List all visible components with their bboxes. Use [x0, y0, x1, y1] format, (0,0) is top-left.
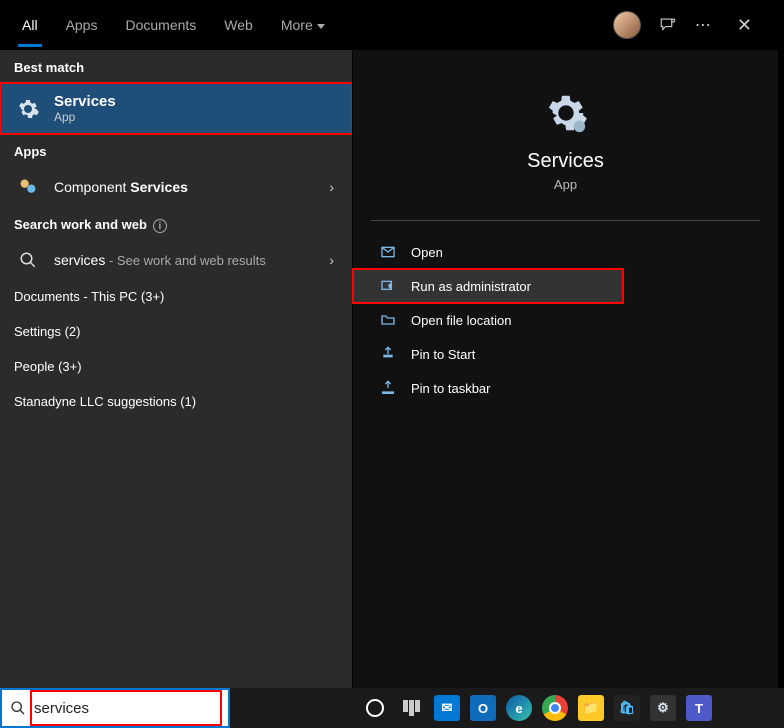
- tab-more[interactable]: More: [267, 3, 339, 47]
- search-icon: [14, 251, 42, 269]
- tab-web[interactable]: Web: [210, 3, 267, 47]
- teams-app-icon[interactable]: T: [684, 693, 714, 723]
- filter-tabs: All Apps Documents Web More: [8, 3, 613, 47]
- search-icon: [10, 700, 26, 716]
- explorer-app-icon[interactable]: 📁: [576, 693, 606, 723]
- folder-icon: [375, 312, 401, 328]
- chrome-app-icon[interactable]: [540, 693, 570, 723]
- best-match-title: Services: [54, 93, 338, 110]
- people-row[interactable]: People (3+): [0, 349, 352, 384]
- taskbar-icons: ✉ O e 📁 🛍 ⚙ T: [230, 693, 784, 723]
- header-actions: ⋯ ✕: [613, 11, 770, 40]
- more-options-icon[interactable]: ⋯: [695, 15, 711, 35]
- apps-label: Apps: [0, 134, 352, 167]
- search-input[interactable]: [34, 700, 233, 717]
- taskbar: ✉ O e 📁 🛍 ⚙ T: [0, 688, 784, 728]
- best-match-row[interactable]: Services App: [0, 83, 352, 134]
- best-match-label: Best match: [0, 50, 352, 83]
- tab-all[interactable]: All: [8, 3, 52, 47]
- chevron-right-icon: ›: [325, 179, 338, 195]
- search-web-label: Search work and webi: [0, 207, 352, 241]
- preview-pane: Services App Open Run as administrator O…: [352, 50, 778, 688]
- outlook-app-icon[interactable]: O: [468, 693, 498, 723]
- close-button[interactable]: ✕: [729, 11, 760, 40]
- apps-result-row[interactable]: Component Services ›: [0, 167, 352, 207]
- header: All Apps Documents Web More ⋯ ✕: [0, 0, 778, 50]
- preview-subtitle: App: [554, 177, 577, 192]
- preview-header: Services App: [353, 70, 778, 206]
- results-body: Best match Services App Apps Component S…: [0, 50, 778, 688]
- cortana-icon[interactable]: [360, 693, 390, 723]
- settings-row[interactable]: Settings (2): [0, 314, 352, 349]
- taskview-icon[interactable]: [396, 693, 426, 723]
- web-result-row[interactable]: services - See work and web results ›: [0, 241, 352, 279]
- mail-app-icon[interactable]: ✉: [432, 693, 462, 723]
- pin-taskbar-icon: [375, 380, 401, 396]
- documents-row[interactable]: Documents - This PC (3+): [0, 279, 352, 314]
- user-avatar[interactable]: [613, 11, 641, 39]
- best-match-subtitle: App: [54, 110, 338, 124]
- action-open-file-location[interactable]: Open file location: [353, 303, 778, 337]
- action-pin-to-start[interactable]: Pin to Start: [353, 337, 778, 371]
- chevron-right-icon: ›: [325, 252, 338, 268]
- taskbar-search[interactable]: [0, 688, 230, 728]
- edge-app-icon[interactable]: e: [504, 693, 534, 723]
- preview-title: Services: [527, 150, 604, 173]
- admin-icon: [375, 278, 401, 294]
- action-pin-to-taskbar[interactable]: Pin to taskbar: [353, 371, 778, 405]
- open-icon: [375, 244, 401, 260]
- chevron-down-icon: [317, 24, 325, 29]
- suggestions-row[interactable]: Stanadyne LLC suggestions (1): [0, 384, 352, 419]
- pin-start-icon: [375, 346, 401, 362]
- tab-apps[interactable]: Apps: [52, 3, 112, 47]
- info-icon[interactable]: i: [153, 219, 167, 233]
- search-window: All Apps Documents Web More ⋯ ✕ Best mat…: [0, 0, 778, 688]
- action-open[interactable]: Open: [353, 235, 778, 269]
- results-left-pane: Best match Services App Apps Component S…: [0, 50, 352, 688]
- feedback-icon[interactable]: [659, 16, 677, 34]
- gear-icon: [14, 97, 42, 121]
- store-app-icon[interactable]: 🛍: [612, 693, 642, 723]
- divider: [371, 220, 760, 221]
- gear-app-icon[interactable]: ⚙: [648, 693, 678, 723]
- component-services-icon: [14, 177, 42, 197]
- action-run-as-admin[interactable]: Run as administrator: [353, 269, 623, 303]
- tab-documents[interactable]: Documents: [111, 3, 210, 47]
- actions-list: Open Run as administrator Open file loca…: [353, 235, 778, 405]
- preview-gear-icon: [543, 90, 589, 136]
